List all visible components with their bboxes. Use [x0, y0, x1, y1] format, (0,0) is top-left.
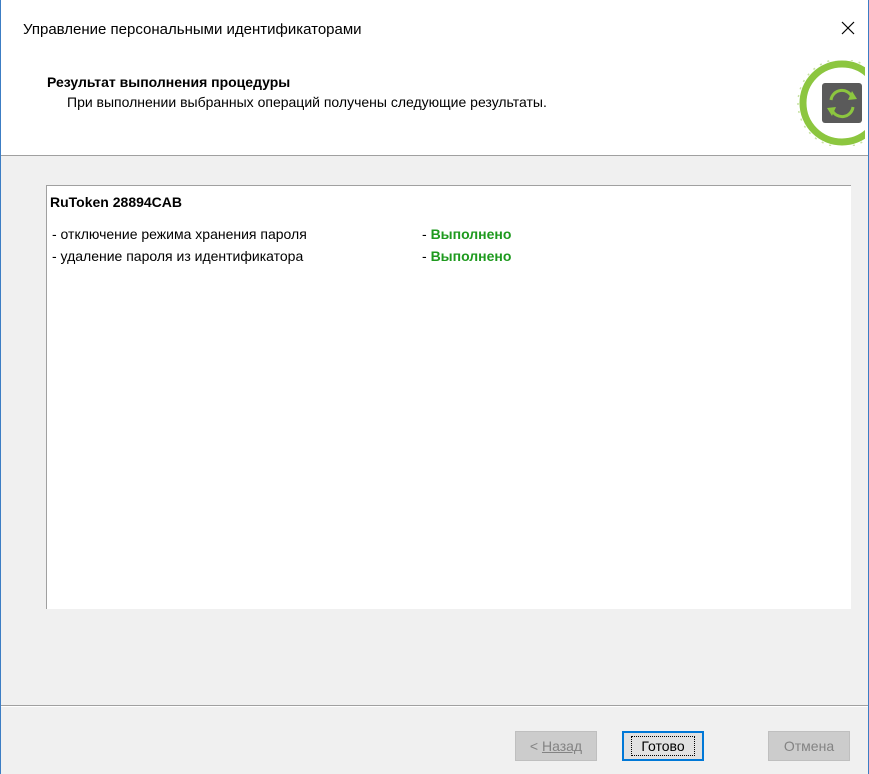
status-dash: - — [422, 248, 431, 264]
window-title: Управление персональными идентификаторам… — [23, 21, 362, 38]
operation-status: - Выполнено — [422, 226, 511, 242]
finish-button[interactable]: Готово — [622, 731, 704, 761]
operation-label: - удаление пароля из идентификатора — [52, 248, 304, 264]
title-bar: Управление персональными идентификаторам… — [1, 0, 868, 50]
footer-divider — [1, 705, 868, 707]
app-logo — [797, 60, 865, 146]
operation-status: - Выполнено — [422, 248, 511, 264]
results-panel[interactable]: RuToken 28894CAB - отключение режима хра… — [46, 185, 851, 609]
page-title: Результат выполнения процедуры — [47, 74, 291, 90]
status-success: Выполнено — [430, 248, 512, 264]
page-subtitle: При выполнении выбранных операций получе… — [67, 94, 547, 110]
finish-label: Готово — [631, 736, 695, 756]
cancel-button[interactable]: Отмена — [768, 731, 850, 761]
status-success: Выполнено — [430, 226, 512, 242]
refresh-cycle-icon — [797, 60, 865, 146]
operation-label: - отключение режима хранения пароля — [52, 226, 307, 242]
cancel-label: Отмена — [783, 738, 835, 754]
back-button[interactable]: < Назад — [515, 731, 597, 761]
back-arrow: < — [529, 738, 542, 754]
dialog-window: Управление персональными идентификаторам… — [0, 0, 869, 774]
close-icon — [841, 21, 855, 35]
back-label: Назад — [541, 738, 583, 754]
wizard-header: Результат выполнения процедуры При выпол… — [1, 50, 868, 156]
status-dash: - — [422, 226, 431, 242]
token-name: RuToken 28894CAB — [50, 194, 183, 210]
close-button[interactable] — [828, 10, 868, 46]
